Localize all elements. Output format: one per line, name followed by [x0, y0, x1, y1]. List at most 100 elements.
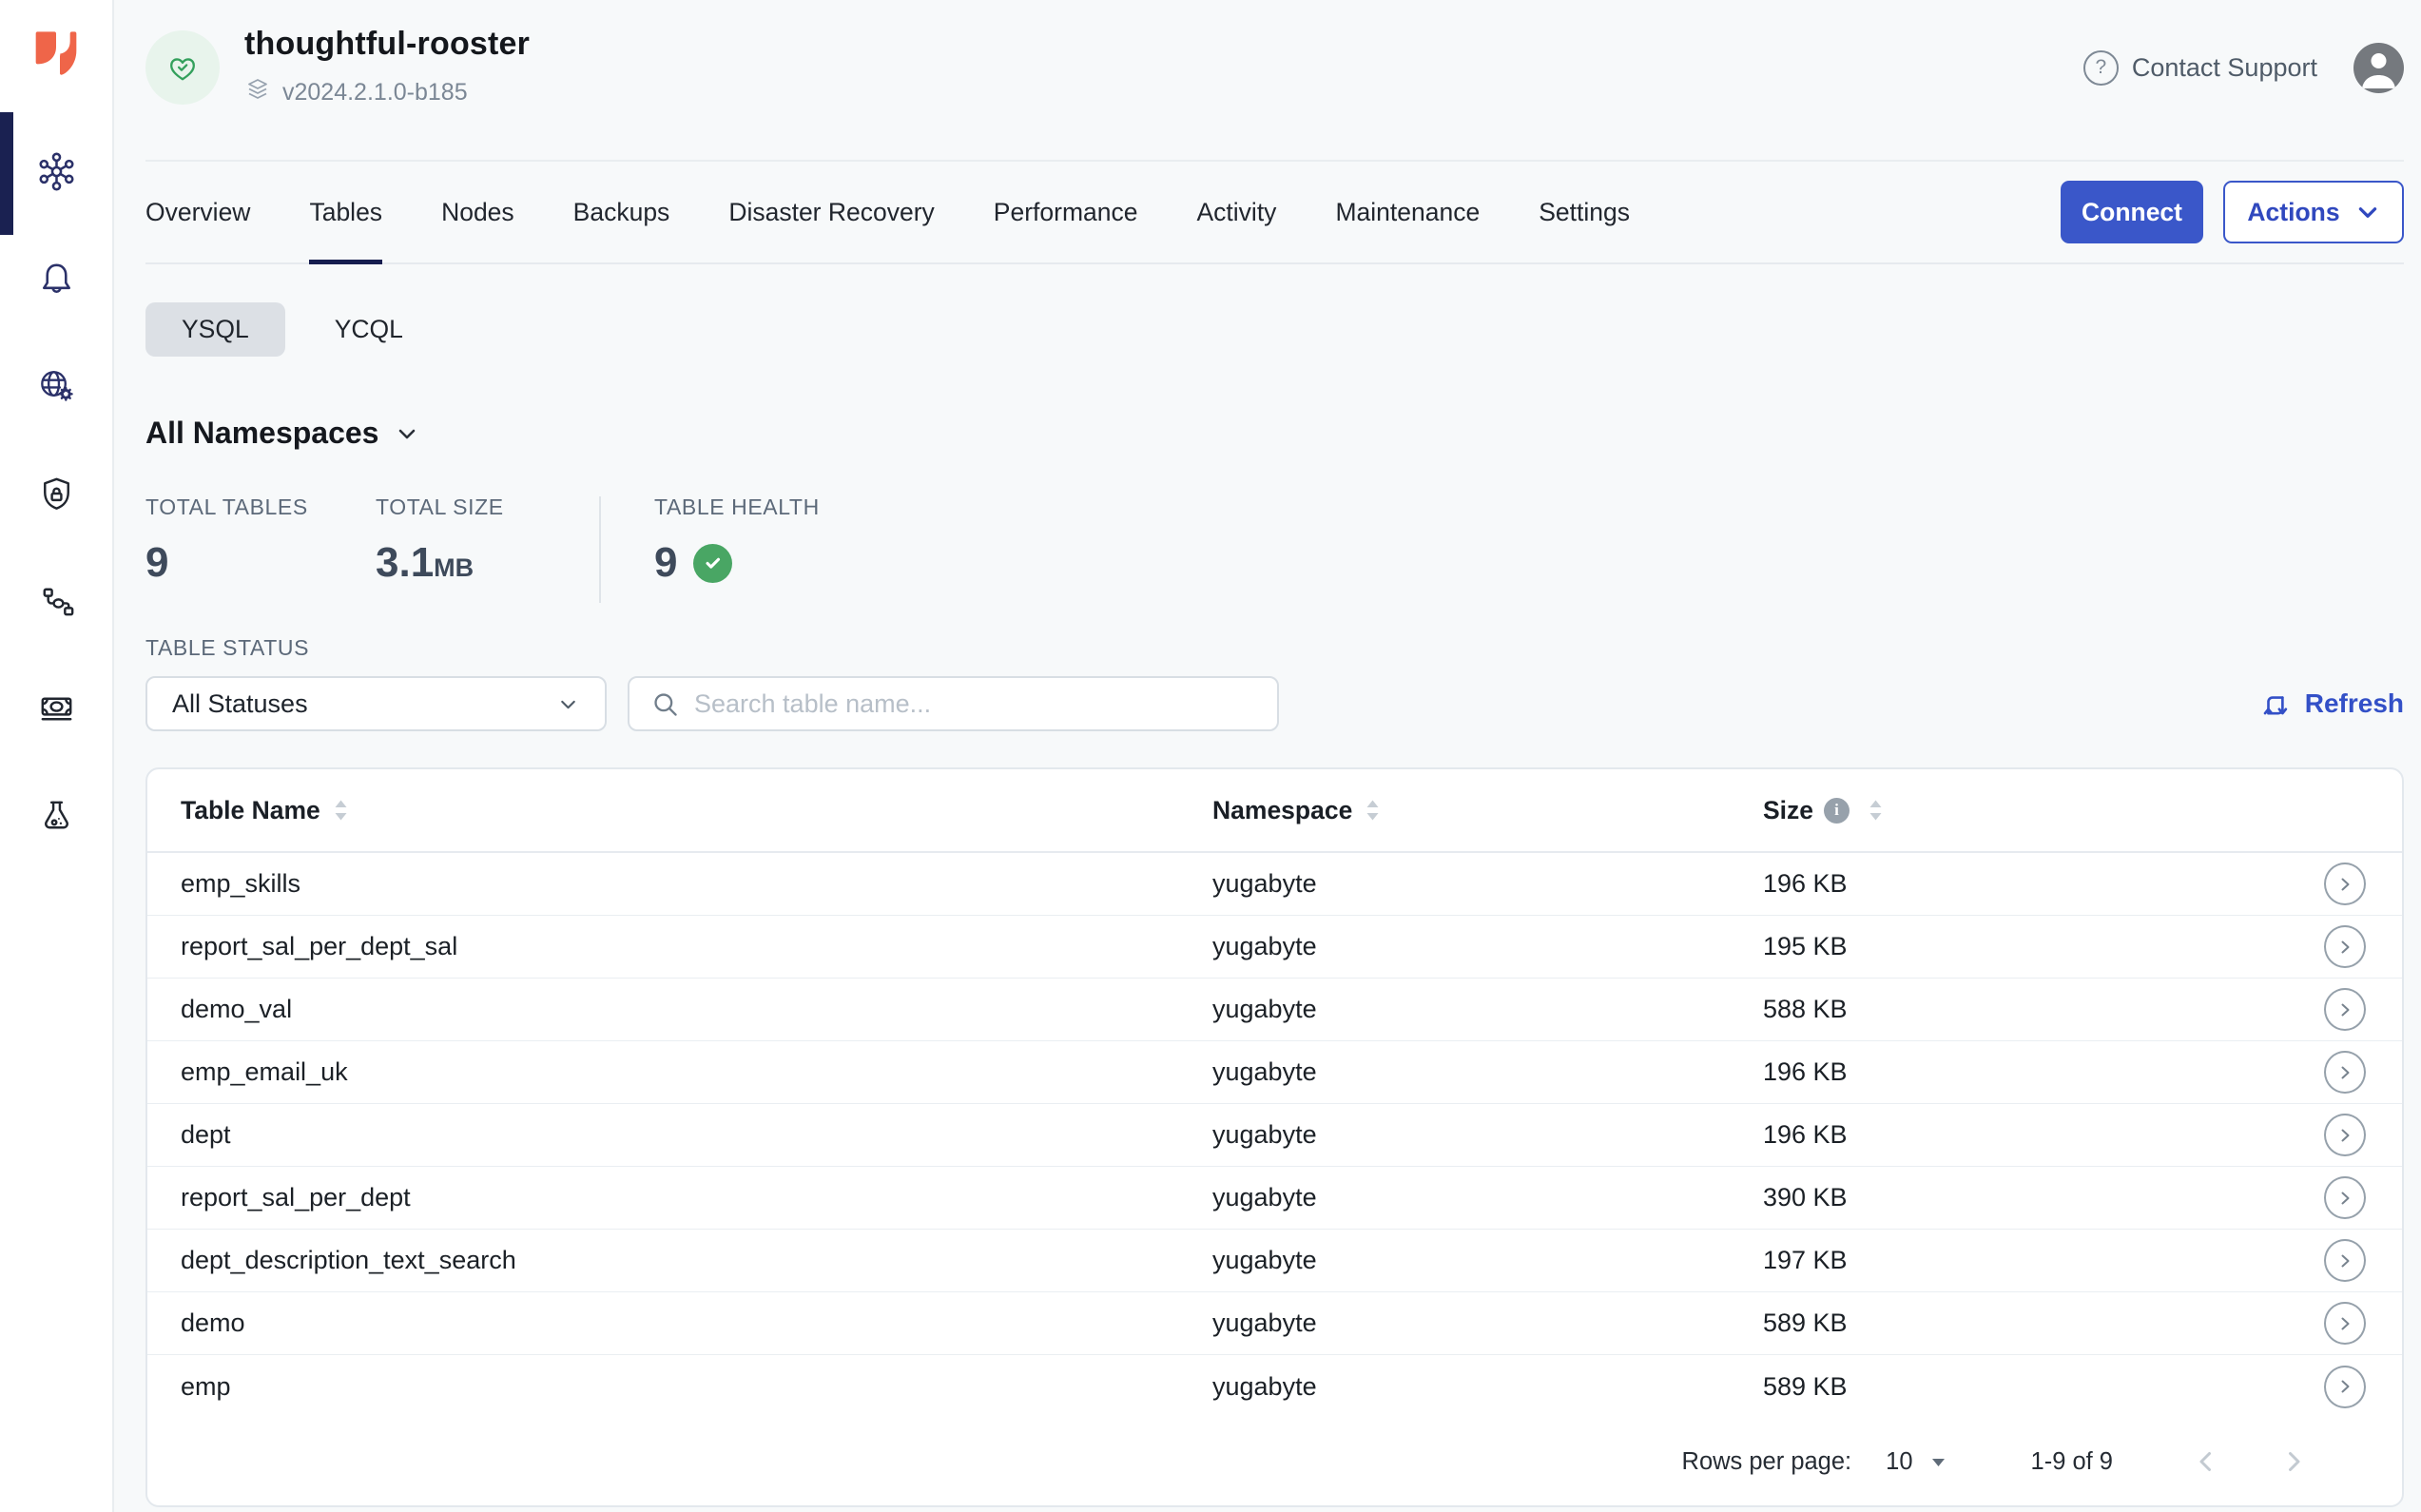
stat-table-health: TABLE HEALTH 9: [654, 494, 820, 587]
user-avatar[interactable]: [2353, 43, 2404, 93]
table-status-select[interactable]: All Statuses: [145, 676, 607, 731]
shield-lock-icon: [34, 472, 79, 521]
tab-backups[interactable]: Backups: [573, 162, 670, 262]
table-row[interactable]: demo_val yugabyte 588 KB: [147, 979, 2402, 1041]
column-header-namespace[interactable]: Namespace: [1212, 796, 1763, 825]
cell-size: 589 KB: [1763, 1308, 2324, 1338]
table-row[interactable]: dept yugabyte 196 KB: [147, 1104, 2402, 1167]
layers-icon: [244, 76, 271, 109]
chevron-left-icon: [2193, 1448, 2219, 1475]
sort-icon: [1868, 799, 1884, 822]
sidebar-item-billing[interactable]: [0, 657, 112, 765]
yugabyte-logo-icon[interactable]: [26, 23, 87, 84]
filters: TABLE STATUS All Statuses: [145, 635, 2404, 731]
tab-maintenance[interactable]: Maintenance: [1335, 162, 1480, 262]
api-type-toggle: YSQL YCQL: [145, 302, 2404, 357]
chevron-down-icon: [2355, 200, 2380, 224]
cell-size: 196 KB: [1763, 869, 2324, 899]
sidebar-item-clusters[interactable]: [0, 120, 112, 227]
cluster-header: thoughtful-rooster v2024.2.1.0-b185 ? Co…: [145, 0, 2404, 162]
table-row[interactable]: dept_description_text_search yugabyte 19…: [147, 1230, 2402, 1292]
refresh-button[interactable]: Refresh: [2258, 688, 2404, 721]
next-page-button[interactable]: [2280, 1448, 2307, 1475]
table-status-label: TABLE STATUS: [145, 635, 2404, 661]
chevron-down-icon: [394, 420, 420, 447]
cluster-health-heart-icon: [145, 30, 220, 105]
chevron-right-icon: [2280, 1448, 2307, 1475]
info-icon[interactable]: i: [1824, 798, 1850, 824]
cell-table-name: report_sal_per_dept: [181, 1183, 1212, 1212]
cell-namespace: yugabyte: [1212, 932, 1763, 961]
cell-namespace: yugabyte: [1212, 1372, 1763, 1402]
sidebar-item-alerts[interactable]: [0, 227, 112, 335]
health-check-icon: [693, 544, 732, 583]
cell-table-name: emp_email_uk: [181, 1057, 1212, 1087]
sidebar-item-labs[interactable]: [0, 765, 112, 872]
table-row[interactable]: emp_email_uk yugabyte 196 KB: [147, 1041, 2402, 1104]
table-stats: TOTAL TABLES 9 TOTAL SIZE 3.1MB TABLE HE…: [145, 494, 2404, 603]
sidebar: [0, 0, 114, 1512]
cell-size: 589 KB: [1763, 1372, 2324, 1402]
column-header-table-name[interactable]: Table Name: [181, 796, 1212, 825]
sort-icon: [333, 799, 349, 822]
table-row[interactable]: emp yugabyte 589 KB: [147, 1355, 2402, 1418]
table-row[interactable]: report_sal_per_dept yugabyte 390 KB: [147, 1167, 2402, 1230]
sidebar-nav: [0, 120, 112, 872]
cluster-name: thoughtful-rooster: [244, 26, 530, 63]
namespace-dropdown-label: All Namespaces: [145, 416, 378, 451]
cell-namespace: yugabyte: [1212, 1246, 1763, 1275]
refresh-icon: [2258, 688, 2292, 721]
table-row[interactable]: emp_skills yugabyte 196 KB: [147, 853, 2402, 916]
sidebar-item-network[interactable]: [0, 335, 112, 442]
tab-disaster-recovery[interactable]: Disaster Recovery: [728, 162, 934, 262]
tab-performance[interactable]: Performance: [994, 162, 1138, 262]
sidebar-item-integrations[interactable]: [0, 550, 112, 657]
connect-button[interactable]: Connect: [2061, 181, 2203, 243]
table-search-input[interactable]: [694, 689, 1256, 719]
row-detail-chevron-icon[interactable]: [2324, 1114, 2366, 1156]
row-detail-chevron-icon[interactable]: [2324, 1302, 2366, 1345]
row-detail-chevron-icon[interactable]: [2324, 863, 2366, 905]
row-detail-chevron-icon[interactable]: [2324, 1051, 2366, 1094]
tab-tables[interactable]: Tables: [309, 162, 382, 262]
contact-support-link[interactable]: ? Contact Support: [2083, 50, 2317, 86]
tab-overview[interactable]: Overview: [145, 162, 250, 262]
sidebar-item-security[interactable]: [0, 442, 112, 550]
cell-size: 196 KB: [1763, 1057, 2324, 1087]
tab-settings[interactable]: Settings: [1539, 162, 1630, 262]
cell-namespace: yugabyte: [1212, 1308, 1763, 1338]
table-pagination: Rows per page: 10 1-9 of 9: [147, 1418, 2402, 1505]
column-header-size[interactable]: Size i: [1763, 796, 2324, 825]
actions-button[interactable]: Actions: [2223, 181, 2404, 243]
stat-total-size: TOTAL SIZE 3.1MB: [376, 494, 599, 587]
row-detail-chevron-icon[interactable]: [2324, 1366, 2366, 1408]
cell-namespace: yugabyte: [1212, 1057, 1763, 1087]
table-row[interactable]: demo yugabyte 589 KB: [147, 1292, 2402, 1355]
toggle-ysql[interactable]: YSQL: [145, 302, 285, 357]
stats-divider: [599, 496, 601, 603]
cluster-version: v2024.2.1.0-b185: [282, 79, 468, 107]
rows-per-page-label: Rows per page:: [1682, 1448, 1852, 1476]
namespace-dropdown[interactable]: All Namespaces: [145, 416, 2404, 451]
pagination-range: 1-9 of 9: [2031, 1448, 2113, 1476]
row-detail-chevron-icon[interactable]: [2324, 925, 2366, 968]
bell-icon: [34, 257, 79, 306]
row-detail-chevron-icon[interactable]: [2324, 988, 2366, 1031]
row-detail-chevron-icon[interactable]: [2324, 1239, 2366, 1282]
lab-flask-icon: [34, 794, 79, 843]
table-row[interactable]: report_sal_per_dept_sal yugabyte 195 KB: [147, 916, 2402, 979]
globe-gear-icon: [34, 364, 79, 414]
main-area: thoughtful-rooster v2024.2.1.0-b185 ? Co…: [114, 0, 2421, 1512]
toggle-ycql[interactable]: YCQL: [299, 302, 439, 357]
row-detail-chevron-icon[interactable]: [2324, 1176, 2366, 1219]
tab-nodes[interactable]: Nodes: [441, 162, 514, 262]
help-icon: ?: [2083, 50, 2119, 86]
table-body: emp_skills yugabyte 196 KB report_sal_pe…: [147, 853, 2402, 1418]
cell-size: 390 KB: [1763, 1183, 2324, 1212]
table-search-box: [628, 676, 1279, 731]
chevron-down-icon: [556, 692, 580, 716]
prev-page-button[interactable]: [2193, 1448, 2219, 1475]
rows-per-page-select[interactable]: 10: [1886, 1448, 1946, 1476]
tab-activity[interactable]: Activity: [1197, 162, 1277, 262]
cell-namespace: yugabyte: [1212, 1183, 1763, 1212]
